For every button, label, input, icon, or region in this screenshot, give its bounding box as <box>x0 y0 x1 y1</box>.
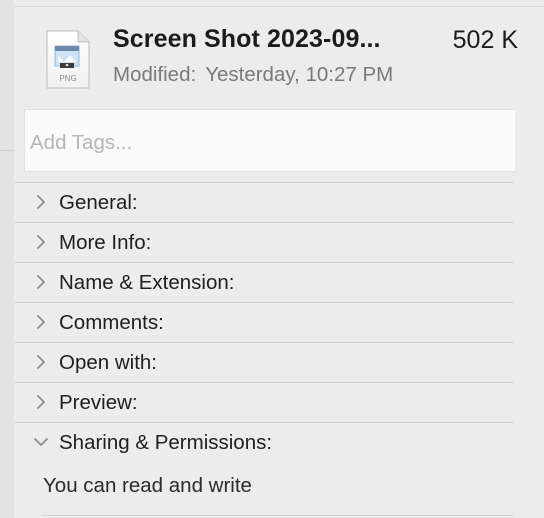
modified-value: Yesterday, 10:27 PM <box>205 63 394 86</box>
bottom-divider <box>42 515 514 516</box>
chevron-down-icon <box>34 438 48 446</box>
permissions-summary: You can read and write <box>43 474 252 497</box>
chevron-right-icon <box>37 195 45 209</box>
chevron-right-icon <box>37 355 45 369</box>
chevron-right-icon <box>37 235 45 249</box>
left-window-edge <box>0 0 14 518</box>
section-label: Comments: <box>59 311 164 334</box>
section-label: Name & Extension: <box>59 271 235 294</box>
left-edge-divider <box>0 150 14 151</box>
png-file-icon: PNG <box>44 30 92 90</box>
section-label: Open with: <box>59 351 157 374</box>
chevron-right-icon <box>37 315 45 329</box>
top-divider <box>14 6 544 7</box>
chevron-right-icon <box>37 395 45 409</box>
section-label: Sharing & Permissions: <box>59 431 273 454</box>
file-name: Screen Shot 2023-09... <box>113 25 381 53</box>
section-label: Preview: <box>59 391 138 414</box>
info-panel: PNG Screen Shot 2023-09... 502 K Modifie… <box>14 0 544 518</box>
section-label: General: <box>59 191 138 214</box>
section-more-info[interactable]: More Info: <box>14 222 514 262</box>
modified-line: Modified: Yesterday, 10:27 PM <box>113 63 393 87</box>
section-label: More Info: <box>59 231 152 254</box>
section-preview[interactable]: Preview: <box>14 382 514 422</box>
tags-input[interactable] <box>24 109 515 172</box>
section-open-with[interactable]: Open with: <box>14 342 514 382</box>
section-comments[interactable]: Comments: <box>14 302 514 342</box>
section-general[interactable]: General: <box>14 182 514 222</box>
file-size: 502 K <box>452 26 518 54</box>
modified-label: Modified: <box>113 63 197 86</box>
file-type-label: PNG <box>59 74 76 83</box>
chevron-right-icon <box>37 275 45 289</box>
section-sharing-permissions[interactable]: Sharing & Permissions: <box>14 422 514 462</box>
section-name-extension[interactable]: Name & Extension: <box>14 262 514 302</box>
